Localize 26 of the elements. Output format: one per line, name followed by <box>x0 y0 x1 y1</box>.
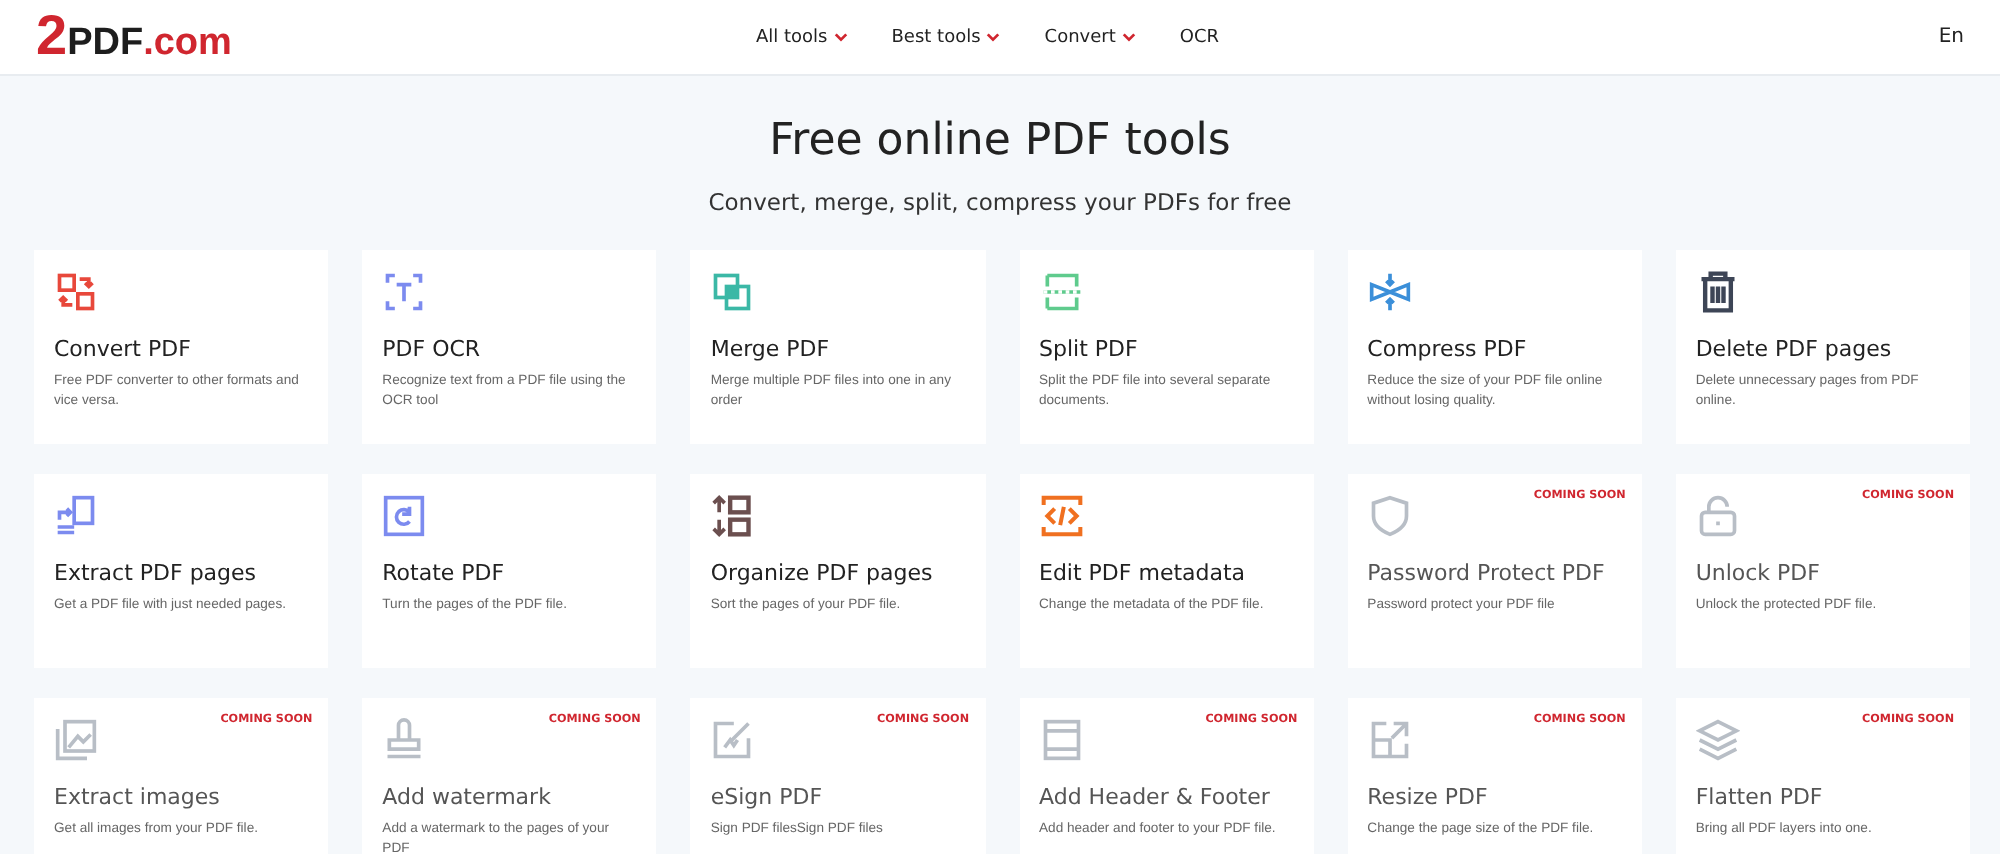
tool-title: Unlock PDF <box>1695 560 1822 586</box>
tool-title: Delete PDF pages <box>1695 336 1894 362</box>
tool-title: Add watermark <box>382 784 553 810</box>
language-selector[interactable]: En <box>1938 26 1964 48</box>
tool-title: PDF OCR <box>382 336 483 362</box>
tool-title: Organize PDF pages <box>710 560 935 586</box>
tool-title: Resize PDF <box>1367 784 1490 810</box>
tool-title: Merge PDF <box>710 336 832 362</box>
tool-title: Convert PDF <box>54 336 193 362</box>
tool-title: Extract PDF pages <box>54 560 259 586</box>
page-subtitle: Convert, merge, split, compress your PDFs for free <box>708 188 1292 216</box>
tool-title: Flatten PDF <box>1695 784 1825 810</box>
tool-title: Password Protect PDF <box>1367 560 1607 586</box>
nav-link[interactable]: All tools <box>756 27 848 47</box>
tool-title: Compress PDF <box>1367 336 1529 362</box>
tool-title: Edit PDF metadata <box>1039 560 1248 586</box>
tool-title: Add Header & Footer <box>1039 784 1272 810</box>
page-title: Free online PDF tools <box>769 116 1231 166</box>
tool-title: Rotate PDF <box>382 560 507 586</box>
tool-title: eSign PDF <box>710 784 825 810</box>
nav-link[interactable]: Best tools <box>891 27 1001 47</box>
nav-link[interactable]: Convert <box>1044 27 1136 47</box>
site-logo[interactable]: 2PDF.com <box>36 8 756 66</box>
nav-link[interactable]: OCR <box>1179 27 1219 47</box>
tool-title: Split PDF <box>1039 336 1140 362</box>
tool-title: Extract images <box>54 784 222 810</box>
